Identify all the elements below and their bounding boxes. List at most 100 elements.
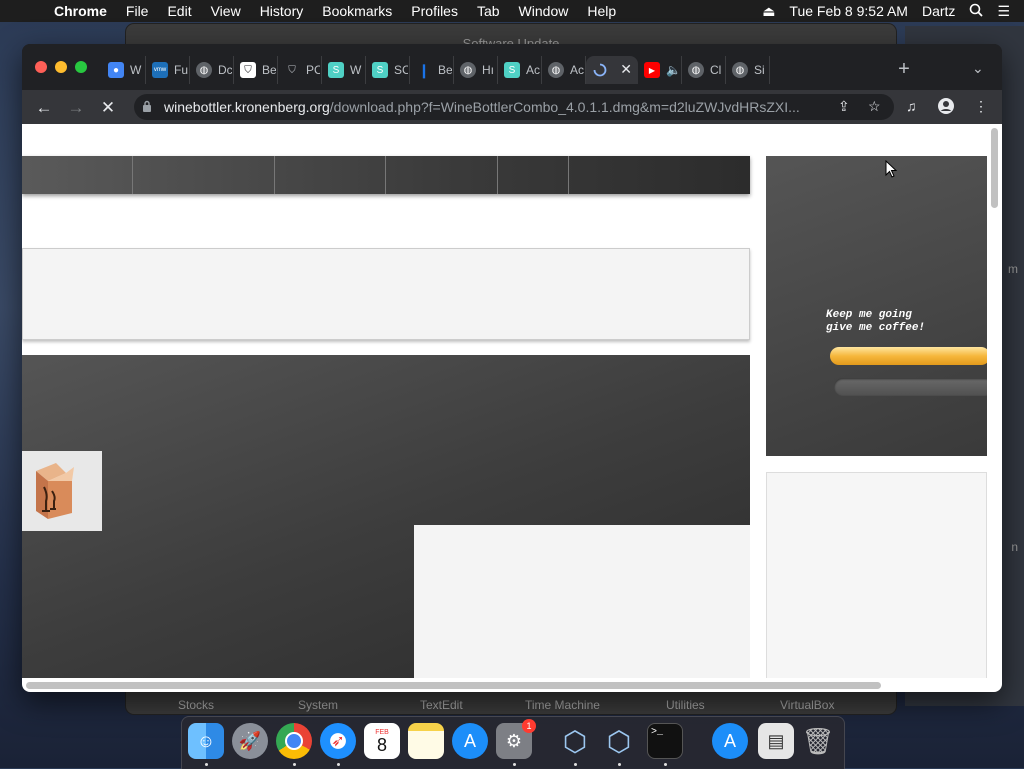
- tab-label: Be: [262, 63, 276, 77]
- forward-arrow-icon[interactable]: →: [64, 96, 88, 120]
- tab-9[interactable]: S Ac: [498, 56, 542, 84]
- back-arrow-icon[interactable]: ←: [32, 96, 56, 120]
- feather-icon: ❙: [418, 61, 430, 78]
- globe-icon: ◍: [732, 62, 748, 78]
- zoom-window-button[interactable]: [75, 61, 87, 73]
- launchpad-icon[interactable]: 🚀: [232, 723, 268, 759]
- content-box-inner: [414, 525, 750, 678]
- trash-icon[interactable]: 🗑: [800, 723, 836, 759]
- menu-help[interactable]: Help: [587, 0, 616, 22]
- tab-8[interactable]: ◍ Hı: [454, 56, 498, 84]
- menu-bookmarks[interactable]: Bookmarks: [322, 0, 392, 22]
- calendar-icon[interactable]: FEB 8: [364, 723, 400, 759]
- spotlight-search-icon[interactable]: [969, 3, 984, 20]
- globe-icon: ◍: [548, 62, 564, 78]
- menu-app-chrome[interactable]: Chrome: [54, 0, 107, 22]
- tab-14[interactable]: ◍ Si: [726, 56, 770, 84]
- media-control-icon[interactable]: ♫: [906, 98, 917, 114]
- tab-0[interactable]: ● W: [102, 56, 146, 84]
- menu-tab[interactable]: Tab: [477, 0, 500, 22]
- chrome-dock-icon[interactable]: [276, 723, 312, 759]
- url-host: winebottler.kronenberg.org: [164, 99, 330, 115]
- safari-icon[interactable]: ➶: [320, 723, 356, 759]
- tab-3[interactable]: ⛉ Be: [234, 56, 278, 84]
- vertical-scroll-thumb[interactable]: [991, 128, 998, 208]
- kebab-menu-icon[interactable]: ⋮: [974, 98, 988, 115]
- horizontal-scroll-thumb[interactable]: [26, 682, 881, 689]
- horizontal-scrollbar[interactable]: [22, 678, 1002, 692]
- tab-10[interactable]: ◍ Ac: [542, 56, 586, 84]
- bookmark-star-icon[interactable]: ☆: [868, 98, 881, 115]
- bg-label-utilities: Utilities: [666, 698, 705, 712]
- shield-icon: ⛉: [240, 62, 256, 78]
- donate-grey-button[interactable]: [834, 378, 987, 396]
- app-store-icon[interactable]: A: [712, 723, 748, 759]
- tab-label: Si: [754, 63, 765, 77]
- tab-label: W: [130, 63, 142, 77]
- vmw-icon: vmw: [152, 62, 168, 78]
- loading-spinner-icon: [592, 62, 608, 78]
- nav-separator: [568, 156, 569, 194]
- tab-search-chevron-icon[interactable]: ⌄: [972, 60, 984, 77]
- browser-toolbar: ← → ✕ winebottler.kronenberg.org/downloa…: [22, 90, 1002, 124]
- menu-profiles[interactable]: Profiles: [411, 0, 458, 22]
- tab-7[interactable]: ❙ Be: [410, 56, 454, 84]
- stop-loading-icon[interactable]: ✕: [96, 96, 120, 120]
- notes-icon[interactable]: [408, 723, 444, 759]
- site-navigation-bar: [22, 156, 750, 194]
- new-tab-button[interactable]: +: [894, 58, 914, 81]
- app-store-icon[interactable]: A: [452, 723, 488, 759]
- system-preferences-gear-icon[interactable]: ⚙ 1: [496, 719, 536, 759]
- terminal-icon[interactable]: >_: [647, 723, 683, 759]
- minimize-window-button[interactable]: [55, 61, 67, 73]
- share-icon[interactable]: ⇪: [838, 98, 850, 115]
- control-center-icon[interactable]: ☰: [997, 3, 1010, 20]
- nav-separator: [497, 156, 498, 194]
- menubar-user[interactable]: Dartz: [922, 3, 955, 19]
- tab-5[interactable]: SW: [322, 56, 366, 84]
- tab-label: SC: [394, 63, 408, 77]
- running-indicator: [337, 763, 340, 766]
- bg-label-virtualbox: VirtualBox: [780, 698, 835, 712]
- archive-utility-icon[interactable]: ▤: [758, 723, 794, 759]
- menu-view[interactable]: View: [211, 0, 241, 22]
- menu-file[interactable]: File: [126, 0, 149, 22]
- close-tab-icon[interactable]: ✕: [620, 61, 632, 78]
- vertical-scrollbar[interactable]: [987, 124, 1002, 678]
- globe-icon: ◍: [688, 62, 704, 78]
- tab-4[interactable]: ⛉ PC: [278, 56, 322, 84]
- tab-1[interactable]: vmw Fu: [146, 56, 190, 84]
- close-window-button[interactable]: [35, 61, 47, 73]
- s-icon: S: [372, 62, 388, 78]
- tab-strip: ● W vmw Fu ◍ Dc ⛉ Be ⛉ PC SW S SC ❙ Be ◍ Hı S Ac …: [22, 44, 1002, 90]
- profile-avatar-icon[interactable]: [938, 98, 954, 117]
- finder-icon[interactable]: ☺: [188, 723, 224, 759]
- tab-active-loading[interactable]: ✕: [586, 56, 638, 84]
- globe-icon: ◍: [196, 62, 212, 78]
- tab-label: Hı: [482, 63, 494, 77]
- lock-icon[interactable]: [142, 100, 158, 115]
- donate-text: Keep me going give me coffee!: [826, 309, 925, 335]
- menu-window[interactable]: Window: [519, 0, 569, 22]
- virtualbox-icon[interactable]: ⬡: [557, 723, 593, 759]
- running-indicator: [618, 763, 621, 766]
- chrome-icon: ●: [108, 62, 124, 78]
- url-text[interactable]: winebottler.kronenberg.org/download.php?…: [164, 99, 824, 115]
- bg-label-textedit: TextEdit: [420, 698, 463, 712]
- calendar-day: 8: [376, 734, 387, 755]
- chrome-window: ● W vmw Fu ◍ Dc ⛉ Be ⛉ PC SW S SC ❙ Be ◍ Hı S Ac …: [22, 44, 1002, 692]
- tab-6[interactable]: S SC: [366, 56, 410, 84]
- eject-icon[interactable]: ⏏: [762, 3, 775, 20]
- menubar-clock[interactable]: Tue Feb 8 9:52 AM: [789, 3, 908, 19]
- tab-2[interactable]: ◍ Dc: [190, 56, 234, 84]
- menu-edit[interactable]: Edit: [167, 0, 191, 22]
- donate-gold-button[interactable]: [830, 347, 987, 365]
- menu-history[interactable]: History: [260, 0, 304, 22]
- s-icon: S: [504, 62, 520, 78]
- sidebar-box-light: [766, 472, 987, 678]
- address-bar[interactable]: winebottler.kronenberg.org/download.php?…: [134, 94, 894, 120]
- virtualbox-icon[interactable]: ⬡: [601, 723, 637, 759]
- tab-13[interactable]: ◍ Cl: [682, 56, 726, 84]
- bg-side-label-1: m: [1008, 262, 1018, 276]
- tab-12[interactable]: ▶ 🔈: [638, 56, 682, 84]
